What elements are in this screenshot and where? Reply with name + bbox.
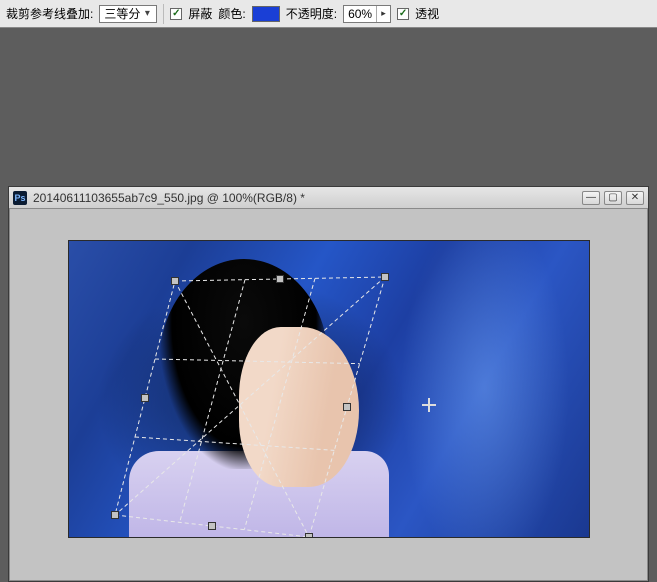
canvas-area — [23, 219, 634, 567]
color-label: 颜色: — [218, 5, 245, 22]
opacity-label: 不透明度: — [286, 5, 337, 22]
document-window: Ps 20140611103655ab7c9_550.jpg @ 100%(RG… — [8, 186, 649, 582]
crop-shield-overlay — [69, 241, 589, 537]
opacity-field[interactable]: 60% ▸ — [343, 5, 391, 23]
opacity-value: 60% — [348, 7, 376, 21]
shield-label: 屏蔽 — [188, 5, 212, 22]
overlay-label: 裁剪参考线叠加: — [6, 5, 93, 22]
chevron-down-icon: ▾ — [140, 8, 154, 19]
app-icon: Ps — [13, 191, 27, 205]
image-canvas[interactable] — [69, 241, 589, 537]
close-button[interactable]: ✕ — [626, 191, 644, 205]
perspective-label: 透视 — [415, 5, 439, 22]
crop-options-bar: 裁剪参考线叠加: 三等分 ▾ 屏蔽 颜色: 不透明度: 60% ▸ 透视 — [0, 0, 657, 28]
perspective-checkbox[interactable] — [397, 8, 409, 20]
shield-color-swatch[interactable] — [252, 6, 280, 22]
overlay-value: 三等分 — [104, 5, 140, 22]
overlay-dropdown[interactable]: 三等分 ▾ — [99, 5, 157, 23]
document-titlebar[interactable]: Ps 20140611103655ab7c9_550.jpg @ 100%(RG… — [9, 187, 648, 209]
document-title: 20140611103655ab7c9_550.jpg @ 100%(RGB/8… — [33, 191, 576, 205]
workspace: Ps 20140611103655ab7c9_550.jpg @ 100%(RG… — [0, 28, 657, 581]
maximize-button[interactable]: ▢ — [604, 191, 622, 205]
shield-checkbox[interactable] — [170, 8, 182, 20]
window-buttons: — ▢ ✕ — [582, 191, 644, 205]
minimize-button[interactable]: — — [582, 191, 600, 205]
divider — [163, 4, 164, 24]
opacity-flyout-icon: ▸ — [376, 6, 390, 22]
